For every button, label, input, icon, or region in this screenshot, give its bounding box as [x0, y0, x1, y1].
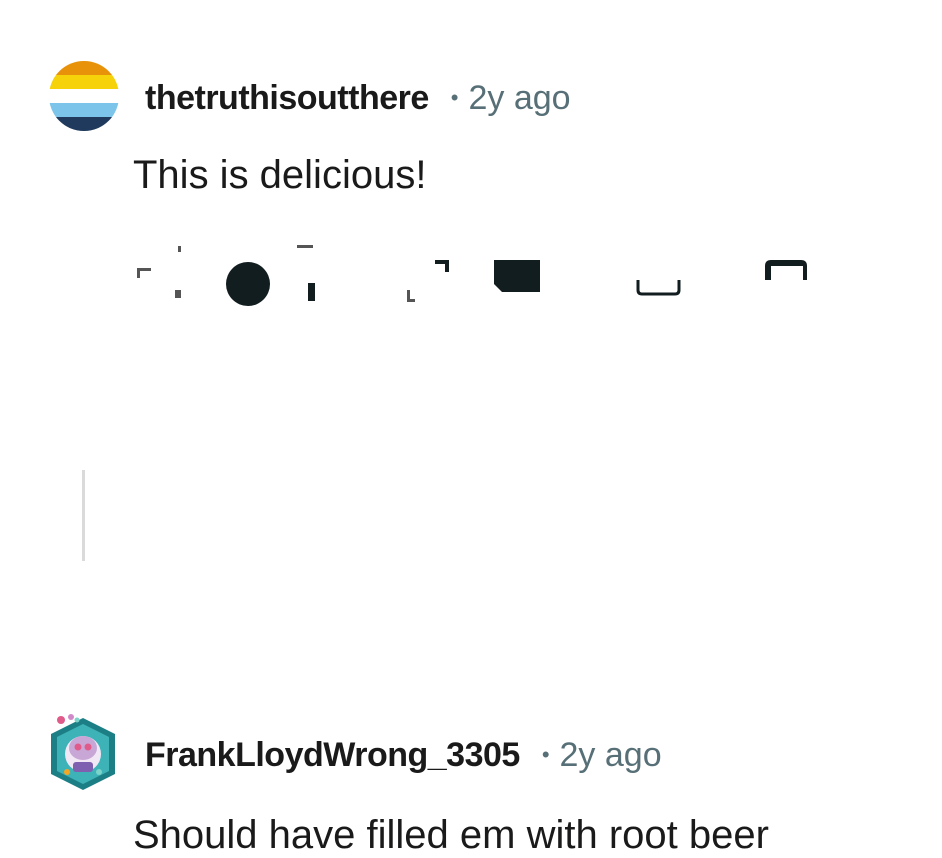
- username[interactable]: FrankLloydWrong_3305: [145, 736, 520, 775]
- vote-count-icon: [226, 262, 270, 306]
- award-icon[interactable]: [492, 258, 548, 298]
- upvote-icon[interactable]: [135, 246, 185, 306]
- more-icon[interactable]: [763, 258, 811, 282]
- username[interactable]: thetruthisoutthere: [145, 79, 429, 118]
- comment-meta: FrankLloydWrong_3305 • 2y ago: [145, 733, 662, 777]
- timestamp: 2y ago: [468, 78, 571, 117]
- comment-action-bar: [130, 240, 820, 310]
- user-avatar[interactable]: [49, 61, 119, 131]
- timestamp: 2y ago: [559, 735, 662, 774]
- downvote-icon[interactable]: [295, 245, 320, 305]
- comment: thetruthisoutthere • 2y ago This is deli…: [0, 0, 942, 340]
- share-icon[interactable]: [635, 280, 683, 300]
- separator-dot: •: [541, 742, 550, 767]
- separator-dot: •: [450, 85, 459, 110]
- reply-icon[interactable]: [405, 258, 455, 306]
- snoo-character-icon: [51, 714, 115, 790]
- comment: FrankLloydWrong_3305 • 2y ago Should hav…: [0, 340, 942, 857]
- comment-meta: thetruthisoutthere • 2y ago: [145, 76, 571, 120]
- comment-body: Should have filled em with root beer: [133, 813, 769, 857]
- comment-body: This is delicious!: [133, 153, 427, 197]
- thread-line[interactable]: [82, 470, 85, 561]
- user-avatar[interactable]: [47, 712, 117, 790]
- striped-flag-icon: [49, 61, 119, 131]
